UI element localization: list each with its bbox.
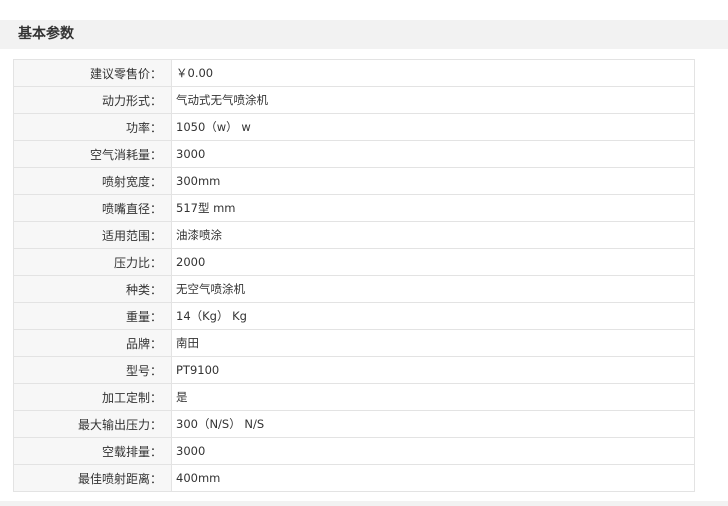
param-label: 种类： [13,275,172,303]
table-row: 最大输出压力： 300（N/S） N/S [13,410,695,438]
table-row: 重量： 14（Kg） Kg [13,302,695,330]
param-value: 400mm [171,464,695,492]
param-label: 加工定制： [13,383,172,411]
param-value: PT9100 [171,356,695,384]
param-value: 无空气喷涂机 [171,275,695,303]
param-label: 品牌： [13,329,172,357]
table-row: 压力比： 2000 [13,248,695,276]
table-row: 最佳喷射距离： 400mm [13,464,695,492]
section-title: 基本参数 [18,26,74,42]
param-value: 南田 [171,329,695,357]
param-label: 型号： [13,356,172,384]
param-value: 300mm [171,167,695,195]
param-label: 重量： [13,302,172,330]
table-row: 种类： 无空气喷涂机 [13,275,695,303]
table-row: 空气消耗量： 3000 [13,140,695,168]
table-row: 喷射宽度： 300mm [13,167,695,195]
param-label: 动力形式： [13,86,172,114]
table-row: 功率： 1050（w） w [13,113,695,141]
param-value: 3000 [171,140,695,168]
param-label: 喷嘴直径： [13,194,172,222]
bottom-divider [0,501,728,506]
param-label: 适用范围： [13,221,172,249]
section-header: 基本参数 [0,20,728,49]
param-table-body: 建议零售价： ￥0.00 动力形式： 气动式无气喷涂机 功率： 1050（w） … [13,59,695,492]
param-value: 3000 [171,437,695,465]
param-value: 2000 [171,248,695,276]
table-row: 型号： PT9100 [13,356,695,384]
table-row: 喷嘴直径： 517型 mm [13,194,695,222]
param-label: 最大输出压力： [13,410,172,438]
param-value: 油漆喷涂 [171,221,695,249]
table-row: 加工定制： 是 [13,383,695,411]
table-row: 建议零售价： ￥0.00 [13,59,695,87]
param-label: 空气消耗量： [13,140,172,168]
param-value: 14（Kg） Kg [171,302,695,330]
table-row: 品牌： 南田 [13,329,695,357]
param-value: 是 [171,383,695,411]
table-row: 动力形式： 气动式无气喷涂机 [13,86,695,114]
param-label: 喷射宽度： [13,167,172,195]
param-value: 气动式无气喷涂机 [171,86,695,114]
param-value: 1050（w） w [171,113,695,141]
table-row: 适用范围： 油漆喷涂 [13,221,695,249]
table-row: 空载排量： 3000 [13,437,695,465]
param-label: 压力比： [13,248,172,276]
param-value: 300（N/S） N/S [171,410,695,438]
param-label: 功率： [13,113,172,141]
param-label: 最佳喷射距离： [13,464,172,492]
param-value: 517型 mm [171,194,695,222]
param-table: 建议零售价： ￥0.00 动力形式： 气动式无气喷涂机 功率： 1050（w） … [13,59,695,492]
param-value: ￥0.00 [171,59,695,87]
param-label: 建议零售价： [13,59,172,87]
param-label: 空载排量： [13,437,172,465]
